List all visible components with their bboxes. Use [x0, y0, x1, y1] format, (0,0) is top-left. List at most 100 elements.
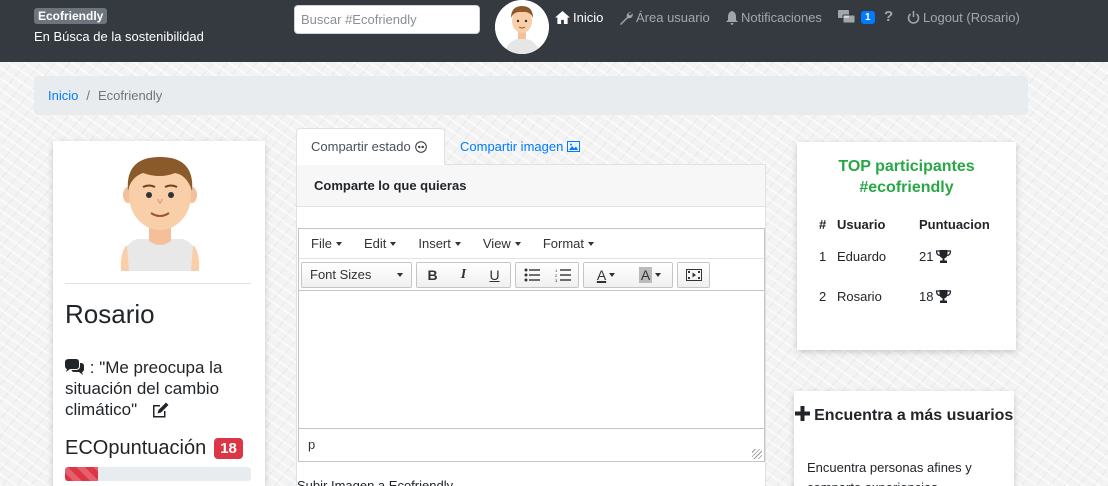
row-score-cell: 18	[909, 276, 1009, 316]
find-users-title: Encuentra a más usuarios	[794, 406, 1014, 426]
text-style-group: B I U	[416, 261, 511, 288]
media-group	[677, 261, 710, 288]
brand-logo[interactable]: Ecofriendly	[34, 8, 108, 24]
profile-avatar	[120, 157, 200, 271]
row-rank: 2	[819, 288, 827, 304]
search-input[interactable]	[294, 5, 480, 34]
avatar-icon	[495, 0, 549, 54]
menu-view[interactable]: View	[475, 236, 529, 251]
bg-color-button[interactable]: A	[628, 262, 672, 287]
menu-file[interactable]: File	[303, 236, 350, 251]
eco-score-row: ECOpuntuación 18	[65, 437, 243, 460]
ranking-table: # Usuario Puntuacion 1 Eduardo 21 2 Rosa…	[809, 212, 1009, 316]
nav-notifications-link[interactable]: Notificaciones	[726, 10, 822, 25]
row-user: Rosario	[837, 288, 882, 304]
chevron-down-icon	[609, 272, 616, 277]
nav-home-link[interactable]: Inicio	[555, 10, 603, 25]
nav-notifications-label: Notificaciones	[741, 10, 822, 25]
breadcrumb: Inicio / Ecofriendly	[34, 76, 1028, 115]
find-users-text: Encuentra personas afines y comparte exp…	[807, 460, 972, 486]
text-color-button[interactable]: A	[584, 262, 628, 287]
wrench-icon	[620, 11, 633, 25]
menu-insert-label: Insert	[418, 236, 451, 251]
row-rank: 1	[819, 248, 827, 264]
messages-count-badge: 1	[861, 10, 875, 24]
italic-button[interactable]: I	[448, 262, 479, 287]
nav-user-area-link[interactable]: Área usuario	[619, 10, 710, 25]
breadcrumb-home-link[interactable]: Inicio	[48, 88, 78, 103]
editor-statusbar: p	[299, 428, 764, 461]
table-row: 2 Rosario 18	[809, 276, 1009, 316]
chevron-down-icon	[397, 272, 403, 277]
eco-score-label: ECOpuntuación	[65, 437, 207, 459]
font-sizes-label: Font Sizes	[310, 267, 372, 282]
nav-user-area-label: Área usuario	[636, 10, 710, 25]
top-participants-title: TOP participantes #ecofriendly	[797, 156, 1016, 198]
chevron-down-icon	[454, 241, 461, 246]
tab-share-image[interactable]: Compartir imagen	[446, 128, 594, 165]
menu-edit[interactable]: Edit	[356, 236, 404, 251]
chevron-down-icon	[335, 241, 342, 246]
svg-text:3: 3	[555, 278, 558, 282]
logout-link[interactable]: Logout (Rosario)	[907, 10, 1020, 25]
numbered-list-button[interactable]: 123	[547, 262, 578, 287]
find-users-card: Encuentra a más usuarios Encuentra perso…	[794, 391, 1014, 486]
breadcrumb-current: Ecofriendly	[97, 88, 163, 103]
insert-media-button[interactable]	[678, 262, 709, 287]
editor-menubar: File Edit Insert View Format	[299, 229, 764, 259]
font-sizes-select[interactable]: Font Sizes	[302, 262, 411, 287]
bold-button[interactable]: B	[417, 262, 448, 287]
tab-share-image-label: Compartir imagen	[460, 139, 564, 154]
tab-share-status[interactable]: Compartir estado	[296, 128, 445, 165]
trophy-icon	[936, 249, 952, 263]
image-icon	[567, 141, 581, 152]
resize-handle-icon[interactable]	[752, 449, 762, 459]
underline-button[interactable]: U	[479, 262, 510, 287]
editor-content-area[interactable]	[299, 291, 764, 427]
home-icon	[555, 11, 570, 24]
text-color-label: A	[596, 266, 607, 283]
top-title-line2: #ecofriendly	[859, 179, 954, 196]
numbered-list-icon: 123	[555, 268, 571, 282]
row-score: 21	[919, 248, 934, 264]
row-score-cell: 21	[909, 236, 1009, 276]
profile-card: Rosario : "Me preocupa la situación del …	[53, 141, 265, 486]
header-rank: #	[819, 216, 827, 232]
menu-format-label: Format	[542, 236, 584, 251]
color-group: A A	[583, 261, 673, 288]
menu-insert[interactable]: Insert	[410, 236, 469, 251]
editor-element-path[interactable]: p	[308, 437, 315, 452]
tab-share-status-label: Compartir estado	[311, 139, 411, 154]
row-score: 18	[919, 288, 934, 304]
menu-file-label: File	[311, 236, 332, 251]
header-user: Usuario	[837, 216, 886, 232]
menu-format[interactable]: Format	[535, 236, 602, 251]
nav-home-label: Inicio	[573, 10, 604, 25]
top-navbar: Ecofriendly En Búsca de la sostenibilida…	[0, 0, 1108, 62]
top-title-line1: TOP participantes	[838, 158, 975, 175]
top-participants-card: TOP participantes #ecofriendly # Usuario…	[797, 142, 1016, 350]
help-link[interactable]: ?	[884, 8, 893, 25]
messages-icon	[838, 10, 856, 24]
bullet-list-icon	[524, 268, 540, 281]
rich-text-editor: File Edit Insert View Format Font Sizes …	[298, 228, 765, 462]
font-size-group: Font Sizes	[301, 261, 412, 288]
ranking-header-row: # Usuario Puntuacion	[809, 212, 1009, 236]
row-user: Eduardo	[837, 248, 887, 264]
plus-icon	[794, 406, 810, 421]
menu-view-label: View	[482, 236, 511, 251]
list-group: 123	[515, 261, 579, 288]
nav-messages-link[interactable]: 1	[838, 10, 875, 24]
nav-user-avatar[interactable]	[495, 0, 549, 54]
editor-toolbar: Font Sizes B I U 123 A A	[299, 259, 764, 291]
edit-icon[interactable]	[152, 402, 169, 418]
film-icon	[685, 268, 702, 281]
power-icon	[907, 10, 920, 24]
logout-label: Logout (Rosario)	[923, 10, 1020, 25]
eco-progress-fill	[65, 467, 99, 481]
upload-image-label: Subir Imagen a Ecofriendly	[297, 478, 454, 486]
bullet-list-button[interactable]	[516, 262, 547, 287]
chevron-down-icon	[588, 241, 594, 246]
share-card: Comparte lo que quieras File Edit Insert…	[296, 164, 766, 486]
chevron-down-icon	[655, 272, 662, 277]
